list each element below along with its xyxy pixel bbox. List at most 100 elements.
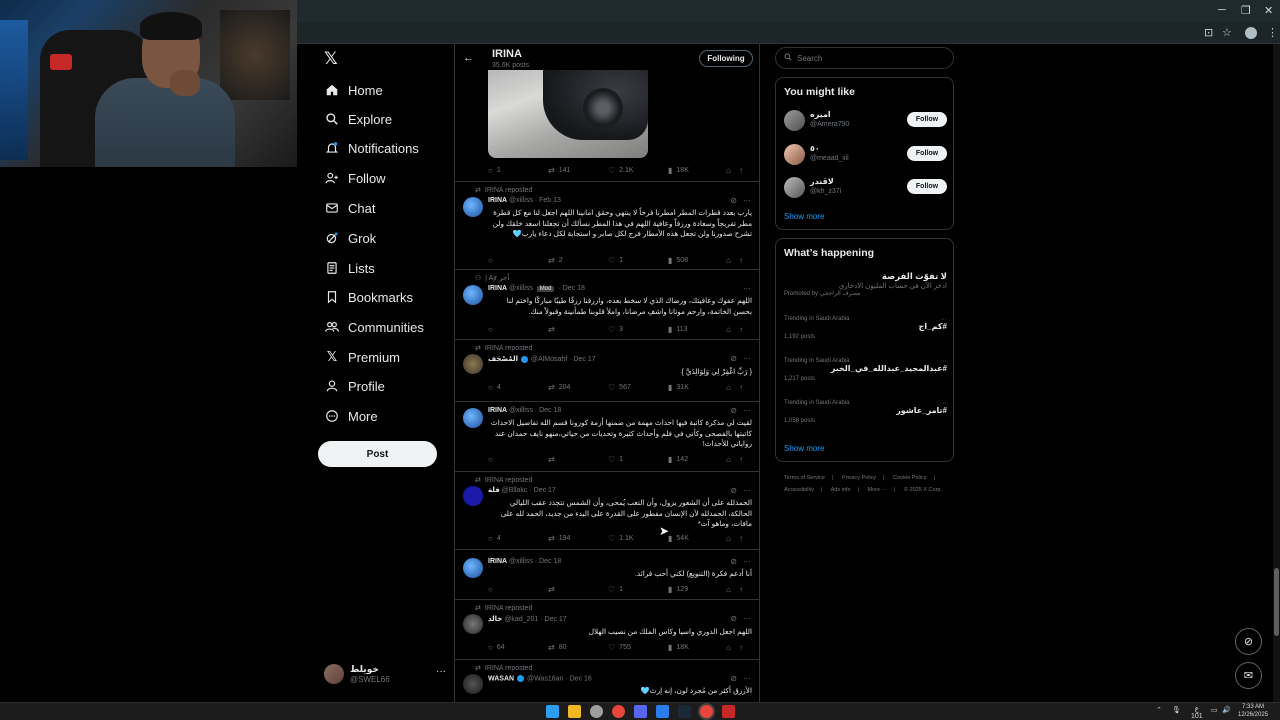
repost-button[interactable]: ⇄: [548, 325, 608, 334]
avatar[interactable]: [463, 614, 483, 634]
show-more-link[interactable]: Show more: [784, 212, 824, 221]
grok-icon[interactable]: ⊘: [730, 614, 737, 623]
account-switcher[interactable]: خويلط @SWEL66 ···: [324, 662, 446, 686]
post-media-image[interactable]: [488, 70, 648, 158]
bookmark-button[interactable]: ⌂: [726, 256, 739, 265]
avatar[interactable]: [463, 197, 483, 217]
more-icon[interactable]: ···: [940, 316, 947, 323]
views-button[interactable]: ▮ 129: [668, 585, 726, 594]
grok-icon[interactable]: ⊘: [730, 557, 737, 566]
author-name[interactable]: خالد: [488, 616, 502, 623]
nav-communities[interactable]: Communities: [324, 316, 424, 338]
nav-follow[interactable]: Follow: [324, 167, 386, 189]
nav-premium[interactable]: 𝕏 Premium: [324, 346, 400, 368]
views-button[interactable]: ▮ 18K: [668, 643, 726, 652]
file-explorer-icon[interactable]: [568, 705, 581, 718]
avatar[interactable]: [784, 110, 805, 131]
tweet-date[interactable]: · Feb 13: [535, 197, 561, 204]
nav-grok[interactable]: Grok: [324, 227, 376, 249]
x-logo-icon[interactable]: 𝕏: [324, 49, 340, 68]
tweet[interactable]: IRINA @xilliss · Dec 18 ⊘ ··· لقيت لي مذك…: [455, 402, 759, 472]
tweet-date[interactable]: · Dec 18: [535, 407, 561, 414]
like-button[interactable]: ♡ 1: [608, 585, 668, 594]
avatar[interactable]: [463, 285, 483, 305]
nav-home[interactable]: Home: [324, 79, 383, 101]
grok-icon[interactable]: ⊘: [730, 196, 737, 205]
tweet-date[interactable]: · Dec 18: [558, 285, 584, 292]
cookie-link[interactable]: Cookie Policy: [893, 475, 926, 481]
avatar[interactable]: [784, 144, 805, 165]
app-icon[interactable]: [590, 705, 603, 718]
share-button[interactable]: ↑: [739, 585, 752, 594]
volume-icon[interactable]: 🔊: [1222, 706, 1231, 714]
share-button[interactable]: ↑: [739, 643, 752, 652]
search-input[interactable]: Search: [775, 47, 954, 69]
share-button[interactable]: ↑: [739, 455, 752, 464]
grok-icon[interactable]: ⊘: [730, 354, 737, 363]
repost-button[interactable]: ⇄ 141: [548, 166, 608, 175]
author-name[interactable]: IRINA: [488, 285, 507, 292]
views-button[interactable]: ▮ 54K: [668, 534, 726, 543]
tweet-date[interactable]: · Dec 17: [540, 616, 566, 623]
suggested-user[interactable]: اميره @Amera790 Follow: [784, 109, 947, 135]
repost-button[interactable]: ⇄: [548, 585, 608, 594]
author-name[interactable]: IRINA: [488, 558, 507, 565]
avatar[interactable]: [784, 177, 805, 198]
tweet[interactable]: ⇄ IRINA reposted خالد @kad_201 · Dec 17 ⊘…: [455, 600, 759, 660]
trend-item[interactable]: Trending in Saudi Arabia #عبدالمجيد_عبدا…: [784, 358, 947, 382]
author-name[interactable]: WASAN: [488, 675, 514, 682]
bookmark-button[interactable]: ⌂: [726, 383, 739, 392]
discord-icon[interactable]: [634, 705, 647, 718]
views-button[interactable]: ▮ 18K: [668, 166, 726, 175]
nav-more[interactable]: More: [324, 405, 378, 427]
start-icon[interactable]: [546, 705, 559, 718]
tweet[interactable]: IRINA @xilliss · Dec 18 ⊘ ··· أنا أدعم فك…: [455, 550, 759, 600]
follow-button[interactable]: Follow: [907, 112, 947, 127]
author-name[interactable]: IRINA: [488, 407, 507, 414]
like-button[interactable]: ♡ 3: [608, 325, 668, 334]
mail-app-icon[interactable]: [656, 705, 669, 718]
scrollbar-thumb[interactable]: [1274, 568, 1279, 636]
repost-button[interactable]: ⇄ 194: [548, 534, 608, 543]
bookmark-button[interactable]: ⌂: [726, 585, 739, 594]
nav-notifications[interactable]: Notifications: [324, 137, 419, 159]
reply-button[interactable]: ○: [488, 455, 548, 464]
reply-button[interactable]: ○ 1: [488, 166, 548, 175]
minimize-button[interactable]: ─: [1218, 4, 1226, 16]
avatar[interactable]: [463, 674, 483, 694]
tweet[interactable]: ⇄ IRINA reposted المُصْحَف @AlMosahf · De…: [455, 340, 759, 402]
reply-button[interactable]: ○ 4: [488, 534, 548, 543]
like-button[interactable]: ♡ 567: [608, 383, 668, 392]
install-app-icon[interactable]: ⊡: [1204, 26, 1213, 39]
chevron-up-icon[interactable]: ⌃: [1156, 706, 1162, 714]
system-clock[interactable]: 7:33 AM 12/26/2025: [1238, 703, 1268, 719]
browser-profile-avatar[interactable]: [1245, 27, 1257, 39]
more-icon[interactable]: ···: [743, 557, 751, 566]
following-button[interactable]: Following: [699, 50, 753, 67]
reply-button[interactable]: ○: [488, 256, 548, 265]
bookmark-button[interactable]: ⌂: [726, 166, 739, 175]
trend-item[interactable]: Trending in Saudi Arabia #تامر_عاشور 1,0…: [784, 400, 947, 424]
avatar[interactable]: [463, 408, 483, 428]
grok-icon[interactable]: ⊘: [730, 486, 737, 495]
tweet-date[interactable]: · Dec 18: [535, 558, 561, 565]
share-button[interactable]: ↑: [739, 166, 752, 175]
bookmark-button[interactable]: ⌂: [726, 643, 739, 652]
promoted-trend[interactable]: لا تفوّت الفرصة ادخر الآن في حساب المليو…: [784, 271, 947, 297]
suggested-user[interactable]: لاڤندر @kh_z37i Follow: [784, 176, 947, 202]
browser-active-icon[interactable]: [700, 705, 713, 718]
grok-icon[interactable]: ⊘: [730, 674, 737, 683]
nav-chat[interactable]: Chat: [324, 197, 375, 219]
page-scrollbar[interactable]: [1273, 44, 1280, 702]
author-name[interactable]: فلة: [488, 487, 500, 494]
repost-button[interactable]: ⇄ 204: [548, 383, 608, 392]
star-icon[interactable]: ☆: [1222, 26, 1232, 39]
share-button[interactable]: ↑: [739, 256, 752, 265]
like-button[interactable]: ♡ 2.1K: [608, 166, 668, 175]
views-button[interactable]: ▮ 31K: [668, 383, 726, 392]
more-icon[interactable]: ···: [743, 196, 751, 205]
nav-profile[interactable]: Profile: [324, 375, 385, 397]
more-icon[interactable]: ···: [743, 406, 751, 415]
more-icon[interactable]: ···: [743, 284, 751, 293]
share-button[interactable]: ↑: [739, 325, 752, 334]
